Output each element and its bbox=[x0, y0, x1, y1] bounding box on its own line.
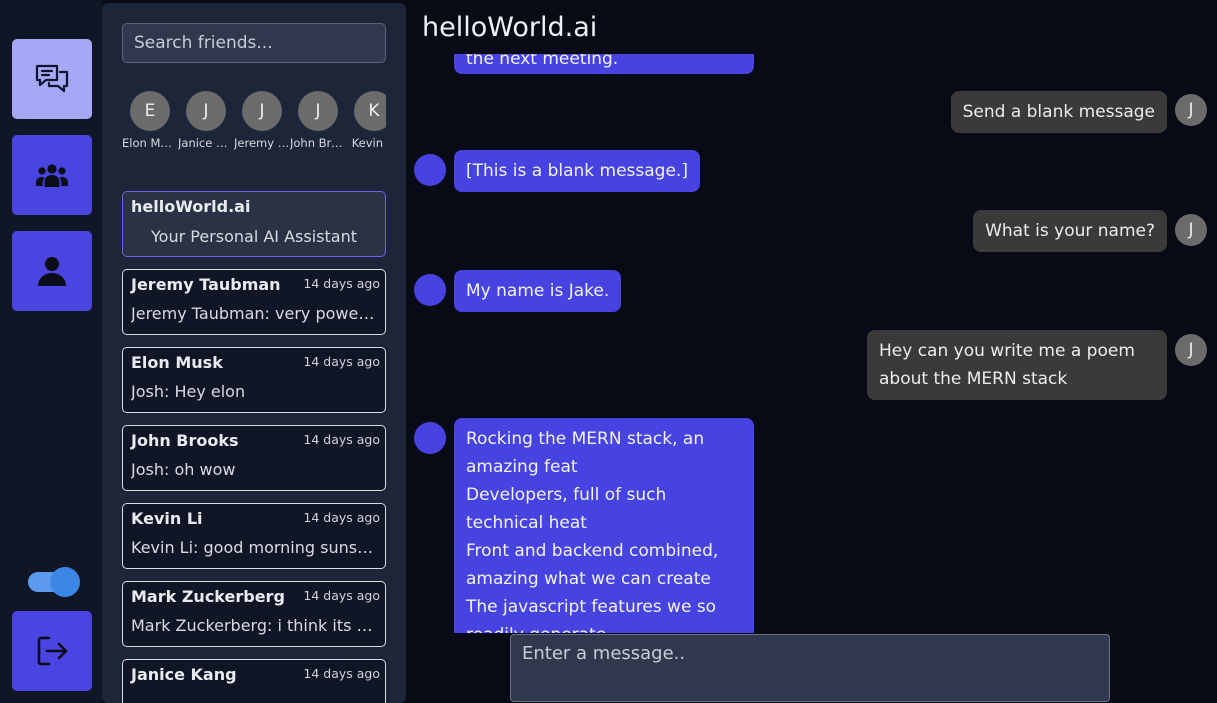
bot-message: the next meeting. bbox=[454, 54, 754, 74]
groups-nav-button[interactable] bbox=[12, 135, 92, 215]
message-input[interactable] bbox=[510, 634, 1110, 702]
avatar: E bbox=[130, 91, 170, 131]
conversation-preview: Josh: Hey elon bbox=[131, 382, 246, 401]
avatar: J bbox=[298, 91, 338, 131]
user-avatar: J bbox=[1175, 334, 1207, 366]
logout-button[interactable] bbox=[12, 611, 92, 691]
toggle-knob bbox=[50, 567, 80, 597]
logout-icon bbox=[37, 636, 68, 666]
bot-avatar bbox=[414, 154, 446, 186]
friend-avatar-item[interactable]: J John Brooks bbox=[290, 91, 346, 150]
user-avatar: J bbox=[1175, 214, 1207, 246]
conversation-preview: Jeremy Taubman: very powerful bbox=[131, 304, 377, 323]
conversation-preview: Josh: oh wow bbox=[131, 460, 236, 479]
search-friends-input[interactable] bbox=[122, 23, 386, 63]
bot-avatar bbox=[414, 274, 446, 306]
conversation-item[interactable]: Jeremy Taubman 14 days ago Jeremy Taubma… bbox=[122, 269, 386, 335]
avatar: J bbox=[186, 91, 226, 131]
friend-avatar-item[interactable]: E Elon Musk bbox=[122, 91, 178, 150]
conversation-item[interactable]: John Brooks 14 days ago Josh: oh wow bbox=[122, 425, 386, 491]
group-users-icon bbox=[36, 164, 68, 187]
friend-avatar-strip: E Elon Musk J Janice Kang J Jeremy Taubm… bbox=[122, 91, 386, 151]
conversation-item[interactable]: Kevin Li 14 days ago Kevin Li: good morn… bbox=[122, 503, 386, 569]
friends-panel: E Elon Musk J Janice Kang J Jeremy Taubm… bbox=[102, 3, 406, 703]
user-avatar: J bbox=[1175, 94, 1207, 126]
friend-name: Kevin Li bbox=[351, 136, 386, 150]
avatar: J bbox=[242, 91, 282, 131]
theme-toggle[interactable] bbox=[28, 567, 80, 597]
friend-name: Janice Kang bbox=[178, 136, 234, 150]
profile-nav-button[interactable] bbox=[12, 231, 92, 311]
friend-name: Jeremy Taubman bbox=[234, 136, 290, 150]
friend-avatar-item[interactable]: J Jeremy Taubman bbox=[234, 91, 290, 150]
friend-name: Elon Musk bbox=[122, 136, 178, 150]
conversation-preview: Kevin Li: good morning sunshine bbox=[131, 538, 377, 557]
user-message: Send a blank message bbox=[950, 91, 1167, 133]
chat-title: helloWorld.ai bbox=[422, 12, 598, 43]
conversation-subtitle: Your Personal AI Assistant bbox=[151, 227, 357, 246]
avatar: K bbox=[354, 91, 386, 131]
conversation-time: 14 days ago bbox=[303, 276, 380, 291]
conversation-time: 14 days ago bbox=[303, 510, 380, 525]
chats-nav-button[interactable] bbox=[12, 39, 92, 119]
friend-avatar-item[interactable]: K Kevin Li bbox=[346, 91, 386, 150]
app-root: E Elon Musk J Janice Kang J Jeremy Taubm… bbox=[0, 0, 1217, 703]
friend-avatar-item[interactable]: J Janice Kang bbox=[178, 91, 234, 150]
conversation-item-ai-assistant[interactable]: helloWorld.ai Your Personal AI Assistant bbox=[122, 191, 386, 257]
user-message: What is your name? bbox=[973, 210, 1167, 252]
conversation-time: 14 days ago bbox=[303, 354, 380, 369]
chat-bubbles-icon bbox=[35, 64, 69, 93]
conversation-item[interactable]: Mark Zuckerberg 14 days ago Mark Zuckerb… bbox=[122, 581, 386, 647]
bot-avatar bbox=[414, 422, 446, 454]
conversation-time: 14 days ago bbox=[303, 432, 380, 447]
conversation-time: 14 days ago bbox=[303, 666, 380, 681]
message-list[interactable]: the next meeting. Send a blank message J… bbox=[406, 54, 1217, 633]
conversation-name: helloWorld.ai bbox=[131, 197, 251, 216]
bot-message: Rocking the MERN stack, an amazing feat … bbox=[454, 418, 754, 633]
conversation-item[interactable]: Elon Musk 14 days ago Josh: Hey elon bbox=[122, 347, 386, 413]
nav-rail bbox=[0, 0, 102, 703]
bot-message: [This is a blank message.] bbox=[454, 150, 700, 192]
conversation-preview: Mark Zuckerberg: i think its very bbox=[131, 616, 377, 635]
conversation-item[interactable]: Janice Kang 14 days ago bbox=[122, 659, 386, 703]
friend-name: John Brooks bbox=[290, 136, 346, 150]
conversation-time: 14 days ago bbox=[303, 588, 380, 603]
user-message: Hey can you write me a poem about the ME… bbox=[867, 330, 1167, 400]
user-icon bbox=[38, 257, 66, 286]
bot-message: My name is Jake. bbox=[454, 270, 622, 312]
